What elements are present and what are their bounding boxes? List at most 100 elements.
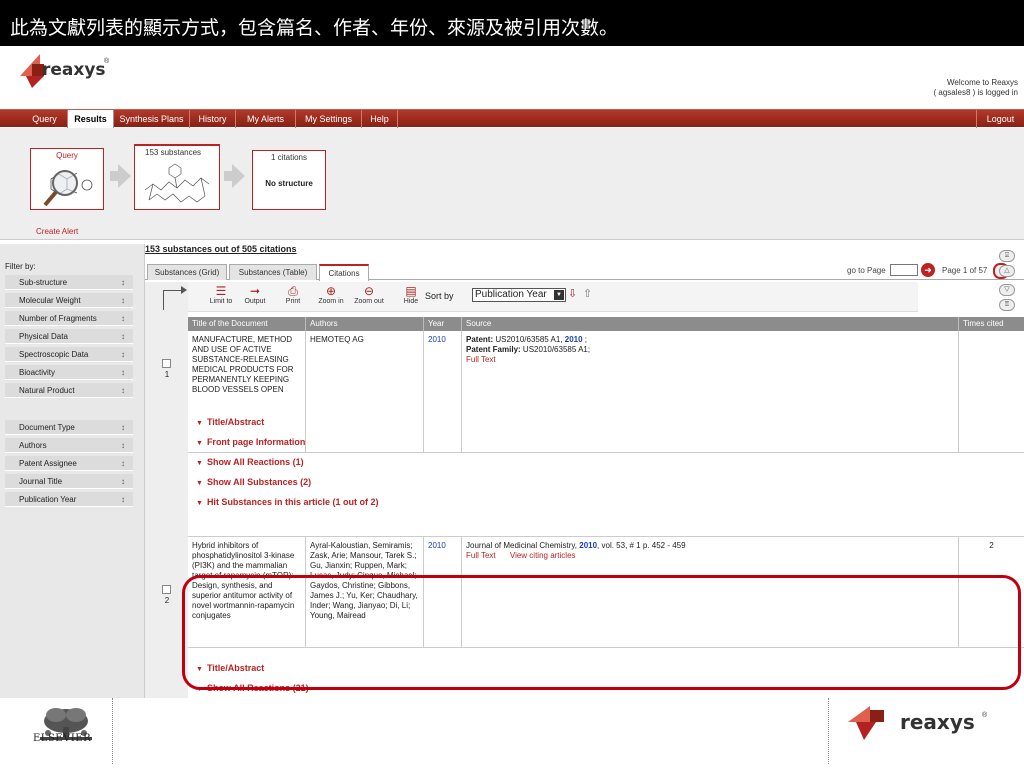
journal-details: , vol. 53, # 1 p. 452 - 459 bbox=[597, 541, 686, 550]
col-title[interactable]: Title of the Document bbox=[188, 317, 306, 331]
col-authors[interactable]: Authors bbox=[306, 317, 424, 331]
search-history-strip: Query 153 substances 1 citations No stru… bbox=[0, 128, 1024, 240]
slide-caption: 此為文獻列表的顯示方式，包含篇名、作者、年份、來源及被引用次數。 bbox=[0, 0, 1024, 46]
filter-label: Bioactivity bbox=[19, 368, 56, 377]
nav-my-alerts[interactable]: My Alerts bbox=[236, 110, 296, 128]
goto-page-label: go to Page bbox=[847, 266, 886, 275]
filter-physical-data[interactable]: Physical Data ↕ bbox=[5, 329, 133, 344]
expand-chevron-icon: ↕ bbox=[121, 495, 125, 504]
results-tabs: Substances (Grid) Substances (Table) Cit… bbox=[145, 262, 1024, 281]
expand-chevron-icon: ↕ bbox=[121, 423, 125, 432]
row-2-selector: 2 bbox=[162, 585, 172, 605]
filter-bioactivity[interactable]: Bioactivity ↕ bbox=[5, 365, 133, 380]
filter-sub-structure[interactable]: Sub-structure ↕ bbox=[5, 275, 133, 290]
filter-patent-assignee[interactable]: Patent Assignee ↕ bbox=[5, 456, 133, 471]
filter-spectroscopic-data[interactable]: Spectroscopic Data ↕ bbox=[5, 347, 133, 362]
logout-button[interactable]: Logout bbox=[976, 110, 1024, 128]
citations-card[interactable]: 1 citations No structure bbox=[252, 150, 326, 210]
journal-name: Journal of Medicinal Chemistry, bbox=[466, 541, 578, 550]
expand-chevron-icon: ↕ bbox=[121, 332, 125, 341]
create-alert-link[interactable]: Create Alert bbox=[36, 227, 78, 236]
expand-chevron-icon: ↕ bbox=[121, 278, 125, 287]
expand-chevron-icon: ▼ bbox=[196, 480, 203, 487]
sort-ascending-icon[interactable]: ⇧ bbox=[583, 287, 592, 300]
flow-arrow-1-icon bbox=[118, 164, 131, 188]
expand-substances[interactable]: ▼ Show All Substances (2) bbox=[196, 477, 311, 487]
col-source[interactable]: Source bbox=[462, 317, 959, 331]
limit-to-button[interactable]: ☰ Limit to bbox=[206, 284, 236, 310]
goto-page-input[interactable] bbox=[890, 264, 918, 276]
filter-label: Molecular Weight bbox=[19, 296, 81, 305]
full-text-link[interactable]: Full Text bbox=[466, 355, 954, 365]
tab-substances-grid[interactable]: Substances (Grid) bbox=[147, 264, 227, 280]
filter-label: Spectroscopic Data bbox=[19, 350, 89, 359]
user-line: ( agsales8 ) is logged in bbox=[933, 88, 1019, 97]
nav-results[interactable]: Results bbox=[68, 110, 114, 128]
col-year[interactable]: Year bbox=[424, 317, 462, 331]
tab-substances-table[interactable]: Substances (Table) bbox=[229, 264, 317, 280]
expand-hit-substances[interactable]: ▼ Hit Substances in this article (1 out o… bbox=[196, 497, 378, 507]
view-citing-articles-link[interactable]: View citing articles bbox=[510, 551, 576, 560]
filter-label: Patent Assignee bbox=[19, 459, 77, 468]
flow-arrow-stem-2 bbox=[224, 171, 232, 181]
elsevier-tree-logo-icon bbox=[40, 708, 92, 740]
zoom-out-button[interactable]: ⊖ Zoom out bbox=[351, 284, 387, 310]
results-count-title[interactable]: 153 substances out of 505 citations bbox=[145, 244, 297, 254]
output-label: Output bbox=[244, 298, 266, 305]
table-row: MANUFACTURE, METHOD AND USE OF ACTIVE SU… bbox=[188, 331, 1024, 453]
row-1-selector: 1 bbox=[162, 359, 172, 379]
expand-reactions[interactable]: ▼ Show All Reactions (1) bbox=[196, 457, 304, 467]
print-button[interactable]: ⎙ Print bbox=[280, 284, 306, 310]
nav-query[interactable]: Query bbox=[22, 110, 68, 128]
welcome-block: Welcome to Reaxys ( agsales8 ) is logged… bbox=[934, 78, 1019, 98]
scroll-up-icon[interactable]: △ bbox=[999, 265, 1015, 277]
nav-synthesis-plans[interactable]: Synthesis Plans bbox=[114, 110, 190, 128]
no-structure-label: No structure bbox=[265, 179, 313, 188]
tab-citations[interactable]: Citations bbox=[319, 264, 369, 281]
sort-value: Publication Year bbox=[475, 289, 547, 300]
expand-chevron-icon: ↕ bbox=[121, 459, 125, 468]
filter-publication-year[interactable]: Publication Year ↕ bbox=[5, 492, 133, 507]
sort-by-label: Sort by bbox=[425, 291, 454, 301]
zoom-in-button[interactable]: ⊕ Zoom in bbox=[315, 284, 347, 310]
sort-by-select[interactable]: Publication Year ▼ bbox=[472, 288, 566, 302]
patent-end: ; bbox=[584, 335, 588, 344]
col-times-cited[interactable]: Times cited bbox=[959, 317, 1024, 331]
filter-number-of-fragments[interactable]: Number of Fragments ↕ bbox=[5, 311, 133, 326]
query-card[interactable]: Query bbox=[30, 148, 104, 210]
scroll-down-icon[interactable]: ▽ bbox=[999, 284, 1015, 296]
goto-page-button[interactable]: ➜ bbox=[921, 263, 935, 277]
nav-history[interactable]: History bbox=[190, 110, 236, 128]
row-number: 1 bbox=[164, 370, 170, 379]
substances-card[interactable]: 153 substances bbox=[134, 144, 220, 210]
row-1-checkbox[interactable] bbox=[162, 359, 171, 368]
filter-natural-product[interactable]: Natural Product ↕ bbox=[5, 383, 133, 398]
sort-descending-icon[interactable]: ⇩ bbox=[568, 287, 577, 300]
expand-front-page[interactable]: ▼ Front page Information bbox=[196, 437, 305, 447]
filter-label: Physical Data bbox=[19, 332, 68, 341]
scroll-top-icon[interactable]: ⍓ bbox=[999, 250, 1015, 262]
expand-chevron-icon: ↕ bbox=[121, 314, 125, 323]
filter-document-type[interactable]: Document Type ↕ bbox=[5, 420, 133, 435]
nav-my-settings[interactable]: My Settings bbox=[296, 110, 362, 128]
filter-journal-title[interactable]: Journal Title ↕ bbox=[5, 474, 133, 489]
filter-authors[interactable]: Authors ↕ bbox=[5, 438, 133, 453]
nav-help[interactable]: Help bbox=[362, 110, 398, 128]
filter-molecular-weight[interactable]: Molecular Weight ↕ bbox=[5, 293, 133, 308]
row-2-checkbox[interactable] bbox=[162, 585, 171, 594]
patent-line: Patent: US2010/63585 A1, 2010 ; bbox=[466, 335, 954, 345]
expand-label: Front page Information bbox=[206, 437, 306, 447]
expand-title-abstract[interactable]: ▼ Title/Abstract bbox=[196, 417, 264, 427]
filter-label: Journal Title bbox=[19, 477, 63, 486]
output-button[interactable]: ➞ Output bbox=[240, 284, 270, 310]
full-text-link[interactable]: Full Text bbox=[466, 551, 496, 560]
expand-chevron-icon: ↕ bbox=[121, 477, 125, 486]
expand-chevron-icon: ↕ bbox=[121, 441, 125, 450]
results-toolbar: ☰ Limit to ➞ Output ⎙ Print ⊕ Zoom in ⊖ Zoom … bbox=[188, 282, 918, 312]
slide-footer bbox=[0, 698, 1024, 768]
scroll-bottom-icon[interactable]: ⍔ bbox=[999, 299, 1015, 311]
filter-label: Sub-structure bbox=[19, 278, 68, 287]
citations-card-label: 1 citations bbox=[270, 153, 308, 162]
expand-label: Show All Substances (2) bbox=[206, 477, 312, 487]
hide-button[interactable]: ▤ Hide bbox=[400, 284, 422, 310]
